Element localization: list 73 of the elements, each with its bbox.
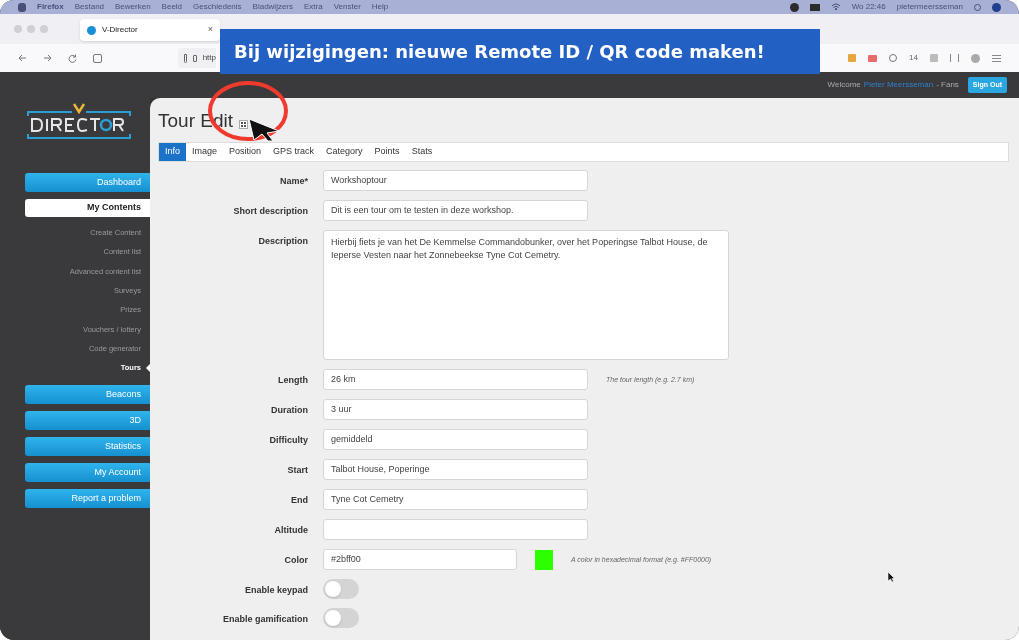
tab-close-icon[interactable]: ×: [207, 23, 213, 37]
toggle-switch[interactable]: [323, 608, 359, 628]
toolbar-badge[interactable]: 14: [909, 52, 918, 64]
wifi-icon[interactable]: [830, 3, 841, 11]
clock[interactable]: Wo 22:46: [851, 1, 886, 13]
menu-item[interactable]: Beeld: [161, 1, 183, 13]
status-icon: [789, 2, 799, 12]
sidebar-button[interactable]: Dashboard: [25, 173, 150, 192]
menu-item[interactable]: Help: [371, 1, 389, 13]
description-textarea[interactable]: Hierbij fiets je van het De Kemmelse Commandobunker, over het Poperingse Talbot House, de Ieperse Vesten naar het Zonnebeekse Tyne Cot Cemetry.: [323, 230, 729, 360]
field-label: Start: [286, 464, 308, 477]
announcement-banner: Bij wijzigingen: nieuwe Remote ID / QR code maken!: [220, 29, 820, 74]
library-icon[interactable]: [950, 54, 959, 62]
home-icon[interactable]: [93, 53, 102, 63]
browser-tab[interactable]: V-Director ×: [80, 19, 220, 41]
sidebar-button[interactable]: My Account: [25, 463, 150, 483]
text-field[interactable]: Workshoptour: [323, 170, 588, 191]
page-tab[interactable]: Points: [368, 143, 406, 161]
field-label: Short description: [232, 205, 308, 218]
field-label: Altitude: [273, 524, 308, 537]
field-label: Name*: [279, 175, 308, 188]
page-tab[interactable]: Info: [159, 143, 186, 161]
page-tab[interactable]: Position: [223, 143, 268, 161]
role-text: - Fans: [936, 79, 959, 91]
extension-icon[interactable]: [848, 54, 857, 62]
menu-item[interactable]: Extra: [304, 1, 323, 13]
field-label: Description: [257, 235, 308, 248]
qr-code-icon[interactable]: [239, 119, 248, 129]
field-label: Color: [283, 554, 308, 567]
menu-item[interactable]: Firefox: [37, 1, 64, 13]
user-link[interactable]: Pieter Meersseman: [863, 79, 934, 91]
menu-icon[interactable]: [992, 54, 1001, 62]
sidebar-section[interactable]: My Contents: [25, 199, 150, 217]
page-tab[interactable]: GPS track: [267, 143, 321, 161]
account-icon[interactable]: [971, 53, 980, 63]
field-label: Difficulty: [268, 434, 308, 447]
welcome-text: Welcome: [827, 79, 861, 91]
page-tab[interactable]: Category: [320, 143, 369, 161]
sidebar-button[interactable]: 3D: [25, 411, 150, 431]
forward-icon[interactable]: [43, 54, 52, 62]
field-label: Length: [277, 374, 308, 387]
reload-icon[interactable]: [68, 53, 77, 63]
text-field[interactable]: gemiddeld: [323, 429, 588, 450]
field-label: End: [290, 494, 308, 507]
url-field[interactable]: http: [178, 48, 216, 68]
text-field[interactable]: 26 km: [323, 369, 588, 390]
text-field[interactable]: 3 uur: [323, 399, 588, 420]
sidebar-button[interactable]: Statistics: [25, 437, 150, 457]
field-label: Enable keypad: [243, 584, 308, 597]
sidebar-button[interactable]: Report a problem: [25, 489, 150, 509]
text-field[interactable]: Tyne Cot Cemetry: [323, 489, 588, 510]
menu-item[interactable]: Bestand: [74, 1, 105, 13]
menu-item[interactable]: Venster: [333, 1, 361, 13]
sidebar-button[interactable]: Beacons: [25, 385, 150, 405]
menu-item[interactable]: Bewerken: [115, 1, 151, 13]
mouse-pointer-icon: [887, 571, 895, 583]
user-name[interactable]: pietermeersseman: [896, 1, 963, 13]
display-icon[interactable]: [809, 3, 820, 11]
back-icon[interactable]: [18, 54, 27, 62]
text-field[interactable]: Talbot House, Poperinge: [323, 459, 588, 480]
toggle-switch[interactable]: [323, 579, 359, 599]
camera-icon[interactable]: [868, 54, 878, 62]
favicon-icon: [87, 25, 96, 35]
menu-item[interactable]: Geschiedenis: [193, 1, 242, 13]
text-field[interactable]: Dit is een tour om te testen in deze workshop.: [323, 200, 588, 221]
page-tab[interactable]: Image: [186, 143, 224, 161]
field-label: Duration: [270, 404, 308, 417]
siri-icon[interactable]: [992, 2, 1001, 12]
field-label: Enable gamification: [221, 613, 308, 626]
color-field[interactable]: #2bff00: [323, 549, 517, 570]
menu-item[interactable]: Bladwijzers: [252, 1, 294, 13]
text-field[interactable]: [323, 519, 588, 540]
page-tab[interactable]: Stats: [405, 143, 439, 161]
